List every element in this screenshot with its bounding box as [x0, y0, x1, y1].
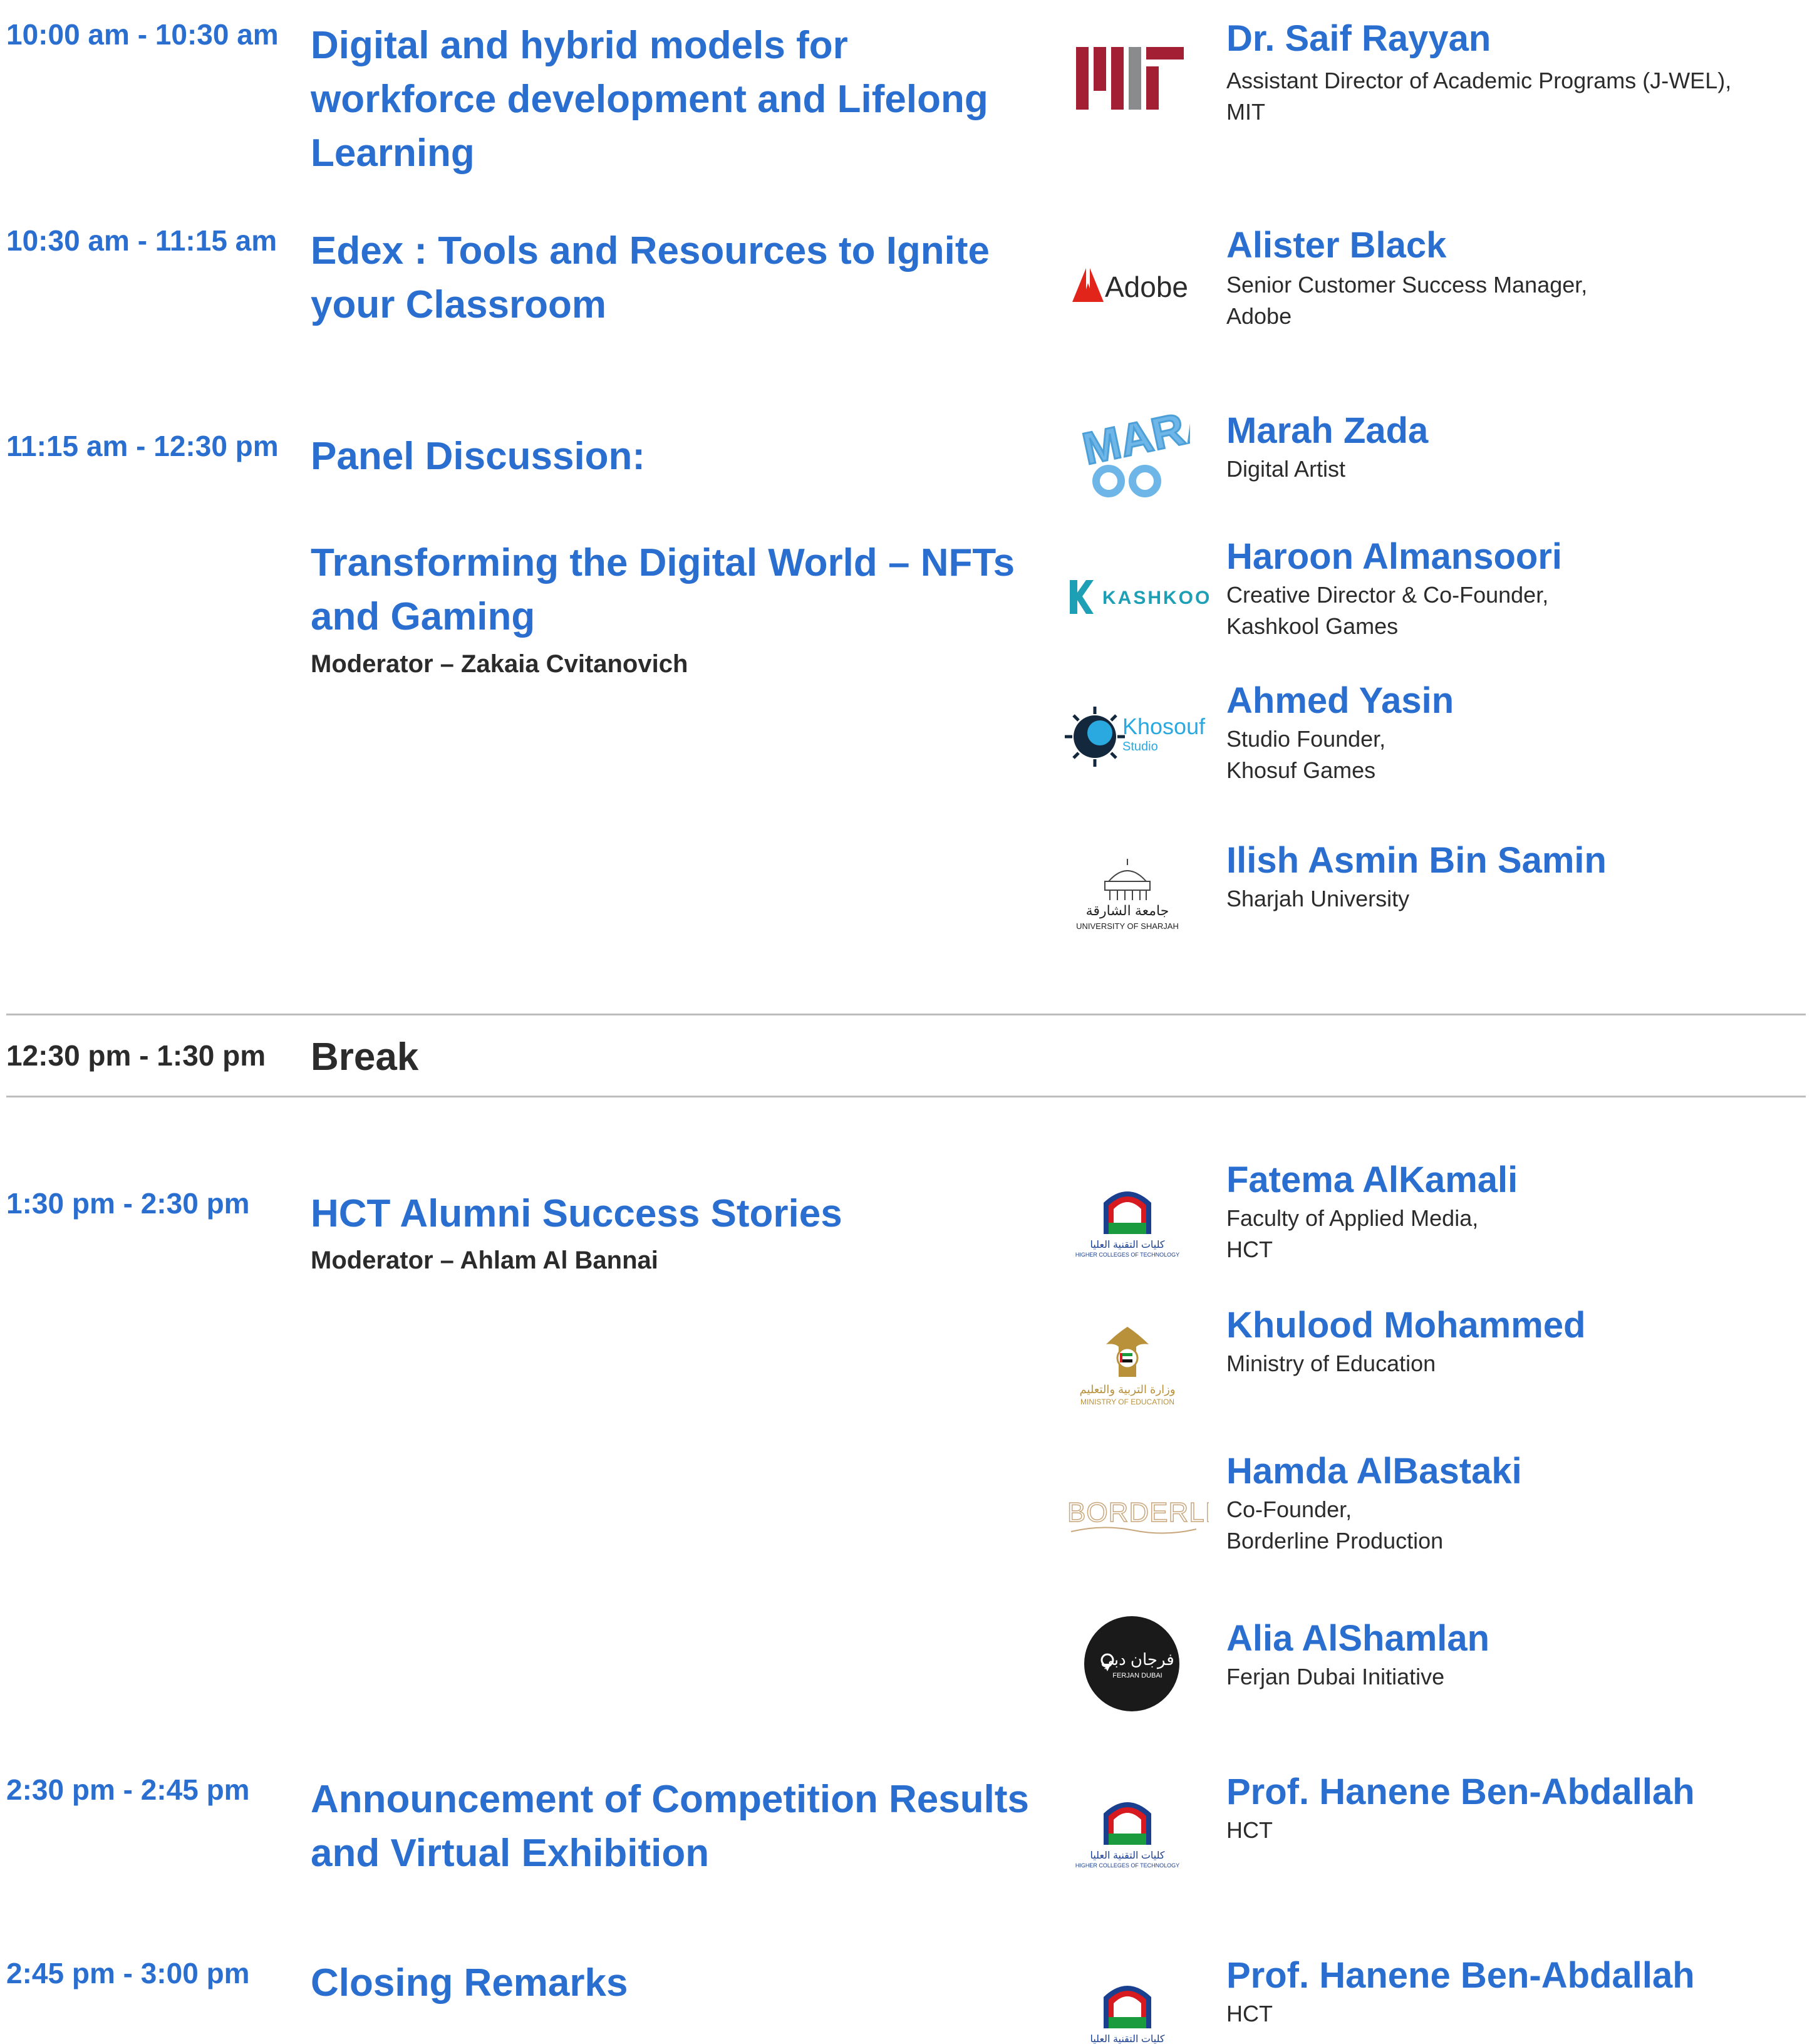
- kashkool-logo-text: KASHKOOL: [1102, 588, 1209, 608]
- session-time: 1:30 pm - 2:30 pm: [6, 1187, 250, 1220]
- speaker-role: Senior Customer Success Manager, Adobe: [1226, 272, 1588, 329]
- break-time: 12:30 pm - 1:30 pm: [6, 1039, 266, 1072]
- speaker-name: Fatema AlKamali: [1226, 1159, 1518, 1200]
- kashkool-logo: KASHKOOL: [1065, 575, 1223, 619]
- session-title: Panel Discussion:: [311, 435, 646, 478]
- speaker-role: Faculty of Applied Media, HCT: [1226, 1205, 1479, 1262]
- mit-logo: [1065, 44, 1209, 113]
- speaker-name: Ahmed Yasin: [1226, 680, 1454, 721]
- adobe-logo-text: Adobe: [1105, 271, 1188, 303]
- hct-logo: كليات التقنية العليا HIGHER COLLEGES OF …: [1065, 1184, 1209, 1259]
- speaker-role: Sharjah University: [1226, 886, 1410, 911]
- speaker-name: Prof. Hanene Ben-Abdallah: [1226, 1772, 1695, 1812]
- speaker-role: Digital Artist: [1226, 456, 1346, 482]
- speaker-name: Dr. Saif Rayyan: [1226, 18, 1491, 59]
- session-time: 2:30 pm - 2:45 pm: [6, 1773, 250, 1806]
- hct-logo-text: HIGHER COLLEGES OF TECHNOLOGY: [1075, 1252, 1179, 1258]
- speaker-role: Co-Founder, Borderline Production: [1226, 1497, 1444, 1554]
- session-time: 10:00 am - 10:30 am: [6, 18, 279, 51]
- session-moderator: Moderator – Ahlam Al Bannai: [311, 1247, 658, 1274]
- session-title: Edex : Tools and Resources to Ignite you…: [311, 229, 990, 326]
- sharjah-logo-arabic: جامعة الشارقة: [1086, 903, 1169, 918]
- marah-logo: MARAH: [1065, 390, 1254, 507]
- borderline-logo-text: BORDERLINE: [1067, 1497, 1209, 1528]
- hct-logo-arabic: كليات التقنية العليا: [1090, 1240, 1164, 1250]
- speaker-name: Marah Zada: [1226, 410, 1429, 451]
- speaker-role: HCT: [1226, 2001, 1273, 2026]
- session-time: 11:15 am - 12:30 pm: [6, 430, 279, 462]
- ferjan-logo-text: FERJAN DUBAI: [1112, 1672, 1162, 1679]
- speaker-name: Haroon Almansoori: [1226, 536, 1563, 577]
- speaker-name: Prof. Hanene Ben-Abdallah: [1226, 1955, 1695, 1996]
- moe-logo-arabic: وزارة التربية والتعليم: [1079, 1383, 1175, 1396]
- speaker-name: Alia AlShamlan: [1226, 1618, 1490, 1659]
- borderline-logo: BORDERLINE: [1065, 1494, 1253, 1538]
- sharjah-university-logo: جامعة الشارقة UNIVERSITY OF SHARJAH: [1065, 855, 1209, 933]
- speaker-role: Studio Founder, Khosuf Games: [1226, 726, 1386, 783]
- moe-logo-text: MINISTRY OF EDUCATION: [1080, 1398, 1174, 1406]
- moe-logo: وزارة التربية والتعليم MINISTRY OF EDUCA…: [1065, 1322, 1209, 1409]
- session-time: 2:45 pm - 3:00 pm: [6, 1957, 250, 1990]
- session-title: Digital and hybrid models for workforce …: [311, 24, 988, 175]
- speaker-name: Ilish Asmin Bin Samin: [1226, 840, 1607, 881]
- ferjan-logo-arabic: فرجان دبي: [1100, 1650, 1174, 1669]
- break-title: Break: [311, 1035, 419, 1079]
- divider: [6, 1014, 1806, 1015]
- session-subtitle: Transforming the Digital World – NFTs an…: [311, 541, 1015, 638]
- marah-logo-text: MARAH: [1079, 407, 1190, 474]
- sharjah-logo-text: UNIVERSITY OF SHARJAH: [1076, 921, 1179, 931]
- session-moderator: Moderator – Zakaia Cvitanovich: [311, 650, 688, 678]
- ferjan-dubai-logo: فرجان دبي FERJAN DUBAI: [1065, 1615, 1209, 1713]
- divider: [6, 1096, 1806, 1097]
- hct-logo-arabic: كليات التقنية العليا: [1090, 2034, 1164, 2044]
- speaker-role: HCT: [1226, 1817, 1273, 1843]
- adobe-logo: Adobe: [1065, 263, 1209, 307]
- session-time: 10:30 am - 11:15 am: [6, 224, 277, 257]
- session-title: Closing Remarks: [311, 1961, 628, 2005]
- speaker-role: Ministry of Education: [1226, 1351, 1436, 1376]
- speaker-name: Alister Black: [1226, 225, 1447, 266]
- hct-logo: كليات التقنية العليا: [1065, 1978, 1209, 2044]
- khosouf-logo-subtext: Studio: [1122, 740, 1158, 754]
- speaker-role: Ferjan Dubai Initiative: [1226, 1664, 1445, 1689]
- session-title: HCT Alumni Success Stories: [311, 1192, 842, 1235]
- speaker-role: Assistant Director of Academic Programs …: [1226, 68, 1732, 125]
- speaker-name: Hamda AlBastaki: [1226, 1451, 1522, 1491]
- khosouf-logo-text: Khosouf: [1122, 713, 1206, 739]
- speaker-role: Creative Director & Co-Founder, Kashkool …: [1226, 582, 1549, 639]
- speaker-name: Khulood Mohammed: [1226, 1305, 1586, 1346]
- hct-logo-text: HIGHER COLLEGES OF TECHNOLOGY: [1075, 1862, 1179, 1869]
- session-title: Announcement of Competition Results and …: [311, 1778, 1029, 1875]
- hct-logo: كليات التقنية العليا HIGHER COLLEGES OF …: [1065, 1795, 1209, 1870]
- khosouf-logo: Khosouf Studio: [1065, 702, 1209, 770]
- hct-logo-arabic: كليات التقنية العليا: [1090, 1850, 1164, 1861]
